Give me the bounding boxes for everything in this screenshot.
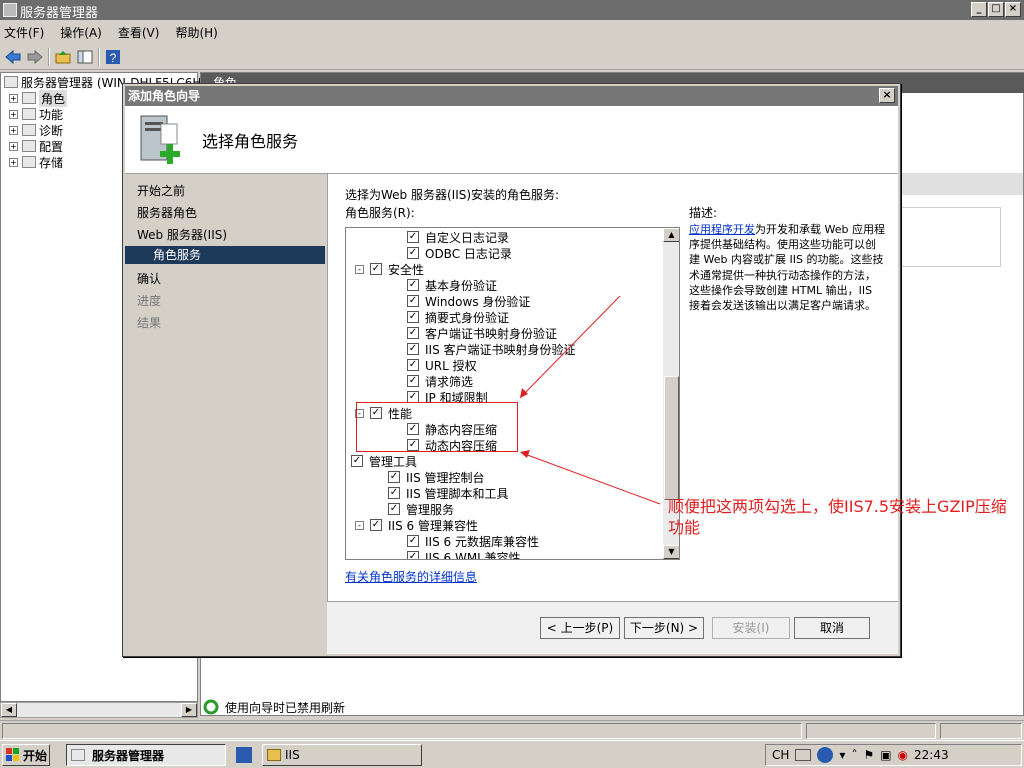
- annotation-text: 顺便把这两项勾选上，使IIS7.5安装上GZIP压缩功能: [668, 497, 1007, 537]
- annotation-arrow-1: [519, 295, 621, 399]
- annotation-arrows: [519, 295, 661, 505]
- performance-highlight-box: [356, 402, 518, 452]
- annotation-arrowhead-2: [520, 450, 530, 458]
- annotation-arrowhead-1: [520, 388, 528, 398]
- annotation-arrow-2: [521, 452, 661, 505]
